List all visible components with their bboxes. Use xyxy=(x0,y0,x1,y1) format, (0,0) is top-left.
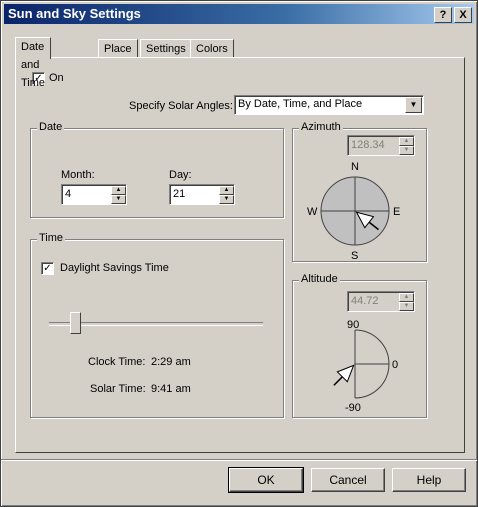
dst-label: Daylight Savings Time xyxy=(60,262,169,274)
tab-date-and-time[interactable]: Date and Time xyxy=(15,37,52,89)
month-label: Month: xyxy=(61,169,95,181)
solar-angles-label: Specify Solar Angles: xyxy=(129,100,233,112)
solar-angles-select[interactable]: By Date, Time, and Place ▼ xyxy=(234,95,424,115)
altitude-arrow-icon xyxy=(333,364,355,386)
clock-time-label: Clock Time: xyxy=(88,356,146,368)
date-group: Date Month: 4 ▲ ▼ Day: 21 ▲ ▼ xyxy=(30,121,284,218)
tab-colors[interactable]: Colors xyxy=(190,39,234,58)
clock-time-value: 2:29 am xyxy=(151,356,191,368)
azimuth-compass[interactable]: N S E W xyxy=(293,129,426,261)
ok-button[interactable]: OK xyxy=(228,467,304,493)
altitude-top-label: 90 xyxy=(347,319,359,331)
solar-angles-value: By Date, Time, and Place xyxy=(238,98,363,110)
time-slider-thumb[interactable] xyxy=(69,312,81,334)
time-group: Time ✓ Daylight Savings Time Clock Time:… xyxy=(30,232,284,418)
day-value: 21 xyxy=(173,188,186,200)
help-title-button[interactable]: ? xyxy=(434,7,452,23)
compass-north: N xyxy=(351,161,359,173)
time-slider-track[interactable] xyxy=(49,322,263,326)
tab-place[interactable]: Place xyxy=(98,39,138,58)
azimuth-group: Azimuth 128.34 ▲ ▼ N S E W xyxy=(292,121,427,262)
help-button[interactable]: Help xyxy=(392,468,466,492)
month-spin-buttons[interactable]: ▲ ▼ xyxy=(111,186,126,204)
month-spinner[interactable]: 4 ▲ ▼ xyxy=(61,184,127,205)
dropdown-arrow-icon[interactable]: ▼ xyxy=(405,97,422,113)
solar-time-value: 9:41 am xyxy=(151,383,191,395)
close-button[interactable]: X xyxy=(454,7,472,23)
time-group-title: Time xyxy=(37,232,66,244)
altitude-dial[interactable]: 90 0 -90 xyxy=(293,281,426,417)
compass-west: W xyxy=(307,206,318,218)
day-spinner[interactable]: 21 ▲ ▼ xyxy=(169,184,235,205)
spin-down-icon[interactable]: ▼ xyxy=(219,195,234,204)
cancel-button[interactable]: Cancel xyxy=(311,468,385,492)
solar-time-label: Solar Time: xyxy=(90,383,146,395)
footer-divider xyxy=(1,459,477,461)
window-title: Sun and Sky Settings xyxy=(8,6,141,21)
dst-checkbox[interactable]: ✓ xyxy=(41,262,54,275)
altitude-zero-label: 0 xyxy=(392,359,398,371)
compass-south: S xyxy=(351,250,358,261)
spin-down-icon[interactable]: ▼ xyxy=(111,195,126,204)
month-value: 4 xyxy=(65,188,72,200)
altitude-group: Altitude 44.72 ▲ ▼ 90 0 -90 xyxy=(292,273,427,418)
spin-up-icon[interactable]: ▲ xyxy=(219,186,234,195)
on-label: On xyxy=(49,72,64,84)
compass-east: E xyxy=(393,206,400,218)
altitude-bottom-label: -90 xyxy=(345,402,361,414)
day-spin-buttons[interactable]: ▲ ▼ xyxy=(219,186,234,204)
date-group-title: Date xyxy=(37,121,65,133)
tab-panel: ✓ On Specify Solar Angles: By Date, Time… xyxy=(15,57,465,453)
spin-up-icon[interactable]: ▲ xyxy=(111,186,126,195)
tab-settings[interactable]: Settings xyxy=(140,39,192,58)
day-label: Day: xyxy=(169,169,192,181)
dialog-window: Sun and Sky Settings ? X Date and Time P… xyxy=(0,0,478,507)
title-bar[interactable]: Sun and Sky Settings ? X xyxy=(4,4,474,24)
